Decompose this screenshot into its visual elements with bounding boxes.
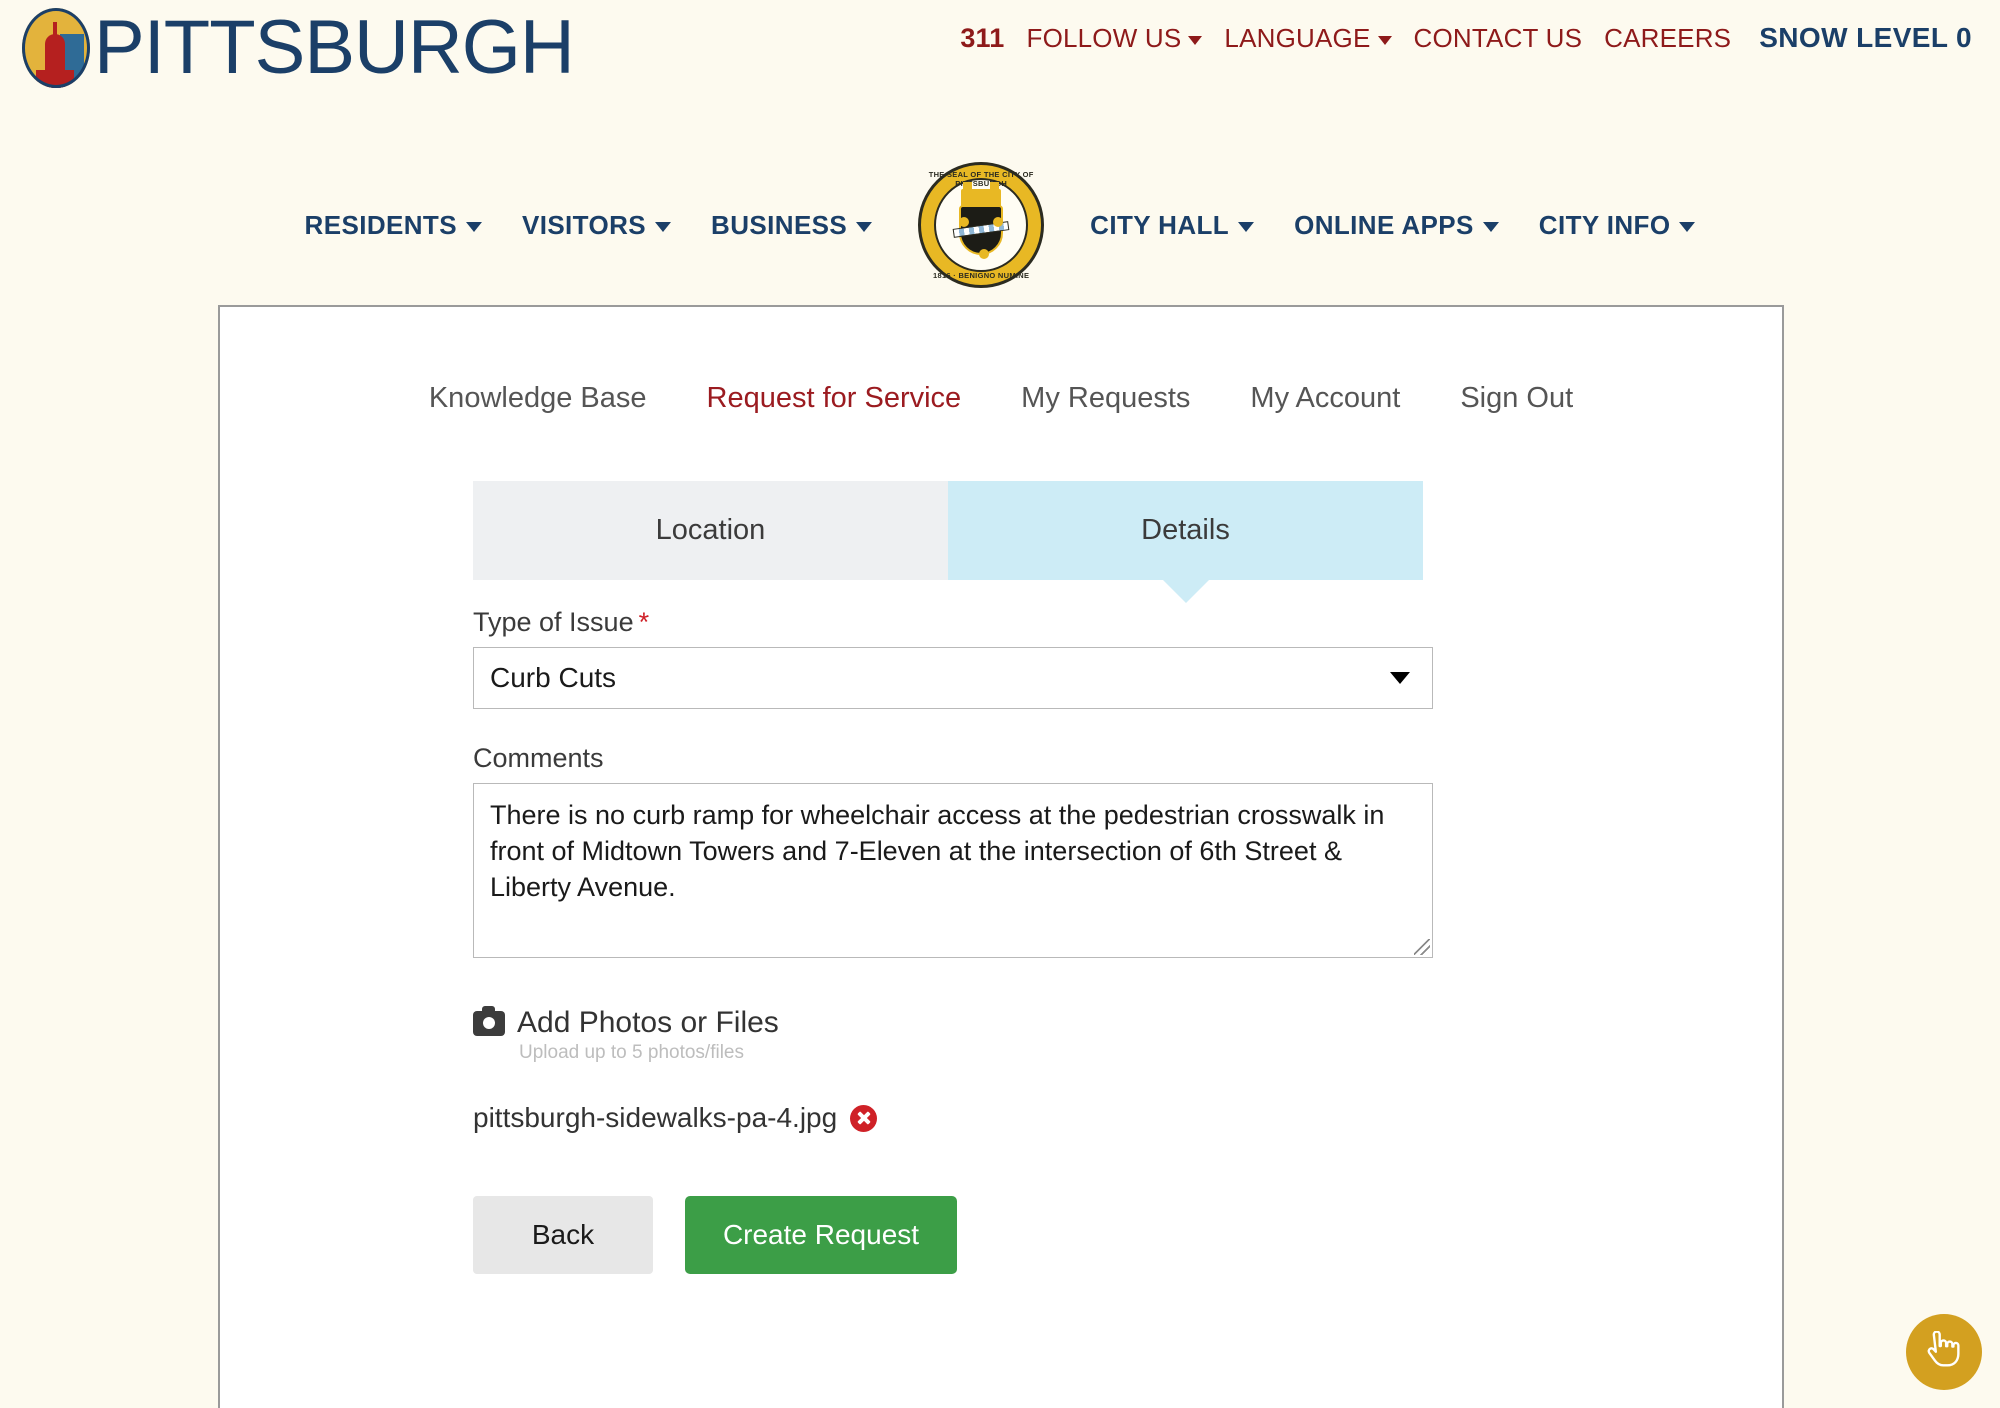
chevron-down-icon (1377, 35, 1392, 45)
nav-item-label: CITY INFO (1538, 209, 1671, 240)
pittsburgh-skyline-oval-logo-icon (22, 8, 90, 88)
chevron-down-icon (1679, 222, 1696, 232)
step-tab-details-label: Details (1141, 514, 1230, 546)
add-photos-or-files-button[interactable]: Add Photos or Files (473, 1005, 1433, 1040)
required-marker: * (638, 607, 650, 637)
remove-file-icon[interactable] (850, 1104, 878, 1132)
tab-sign-out[interactable]: Sign Out (1460, 382, 1573, 415)
pointer-hand-icon (1927, 1331, 1960, 1367)
back-button[interactable]: Back (473, 1196, 653, 1274)
textarea-resize-handle[interactable] (1414, 939, 1430, 955)
main-nav: RESIDENTS VISITORS BUSINESS THE SEAL OF … (0, 162, 2000, 288)
step-tab-details[interactable]: Details (948, 481, 1423, 603)
chevron-down-icon (1390, 672, 1410, 684)
chevron-down-icon (655, 222, 672, 232)
camera-icon (473, 1005, 505, 1036)
content-card: Knowledge Base Request for Service My Re… (218, 305, 1784, 1408)
utility-item-label: FOLLOW US (1026, 22, 1182, 53)
utility-item-label: CAREERS (1604, 22, 1732, 53)
utility-item-contact-us[interactable]: CONTACT US (1414, 23, 1583, 54)
nav-item-label: ONLINE APPS (1294, 209, 1474, 240)
tab-my-account[interactable]: My Account (1250, 382, 1400, 415)
city-seal-top-text: THE SEAL OF THE CITY OF PITTSBURGH (928, 170, 1034, 188)
nav-item-label: RESIDENTS (304, 209, 457, 240)
chevron-down-icon (1482, 222, 1499, 232)
nav-item-label: CITY HALL (1090, 209, 1230, 240)
comments-textarea[interactable]: There is no curb ramp for wheelchair acc… (473, 783, 1433, 958)
type-of-issue-label-text: Type of Issue (473, 607, 634, 637)
utility-item-label: CONTACT US (1413, 22, 1583, 53)
form-actions: Back Create Request (473, 1196, 1433, 1274)
uploaded-file-name: pittsburgh-sidewalks-pa-4.jpg (473, 1102, 838, 1133)
service-request-form: Type of Issue * Curb Cuts Comments There … (473, 607, 1433, 1274)
nav-item-label: BUSINESS (711, 209, 848, 240)
account-tab-bar: Knowledge Base Request for Service My Re… (220, 382, 1782, 415)
upload-subtitle: Upload up to 5 photos/files (519, 1042, 744, 1063)
step-tab-bar: Location Details (473, 481, 1423, 603)
chevron-down-icon (1188, 35, 1203, 45)
logo-wordmark: PITTSBURGH (94, 5, 575, 90)
utility-item-label: LANGUAGE (1224, 22, 1371, 53)
chevron-down-icon (1238, 222, 1255, 232)
cursor-helper-button[interactable] (1906, 1314, 1982, 1390)
city-seal-icon[interactable]: THE SEAL OF THE CITY OF PITTSBURGH 1816 … (918, 162, 1045, 288)
type-of-issue-label: Type of Issue * (473, 607, 1433, 638)
nav-item-visitors[interactable]: VISITORS (521, 209, 672, 241)
tab-knowledge-base[interactable]: Knowledge Base (429, 382, 647, 415)
chevron-down-icon (465, 222, 482, 232)
upload-title: Add Photos or Files (517, 1006, 779, 1039)
snow-level-indicator[interactable]: SNOW LEVEL 0 (1759, 22, 1972, 54)
utility-item-follow-us[interactable]: FOLLOW US (1026, 22, 1203, 54)
tab-my-requests[interactable]: My Requests (1021, 382, 1190, 415)
nav-item-residents[interactable]: RESIDENTS (305, 210, 482, 241)
chevron-down-icon (856, 222, 873, 232)
city-seal-bottom-text: 1816 · BENIGNO NUMINE (933, 271, 1030, 280)
type-of-issue-select[interactable]: Curb Cuts (473, 647, 1433, 709)
utility-nav: 311 FOLLOW US LANGUAGE CONTACT US CAREER… (960, 22, 1972, 54)
utility-item-language[interactable]: LANGUAGE (1224, 22, 1392, 54)
nav-item-city-info[interactable]: CITY INFO (1539, 210, 1696, 241)
tab-request-for-service[interactable]: Request for Service (707, 382, 962, 415)
nav-item-online-apps[interactable]: ONLINE APPS (1294, 210, 1499, 241)
utility-311-link[interactable]: 311 (960, 23, 1004, 54)
comments-label: Comments (473, 743, 604, 773)
nav-item-business[interactable]: BUSINESS (711, 209, 873, 241)
nav-item-city-hall[interactable]: CITY HALL (1090, 209, 1255, 241)
utility-item-careers[interactable]: CAREERS (1604, 23, 1731, 54)
active-step-pointer-icon (1162, 580, 1209, 603)
nav-item-label: VISITORS (521, 209, 647, 240)
comments-value: There is no curb ramp for wheelchair acc… (490, 800, 1385, 902)
create-request-button[interactable]: Create Request (685, 1196, 957, 1274)
site-logo[interactable]: PITTSBURGH (22, 5, 575, 90)
uploaded-file-row: pittsburgh-sidewalks-pa-4.jpg (473, 1102, 1433, 1134)
type-of-issue-value: Curb Cuts (490, 662, 617, 693)
step-tab-location[interactable]: Location (473, 481, 948, 580)
